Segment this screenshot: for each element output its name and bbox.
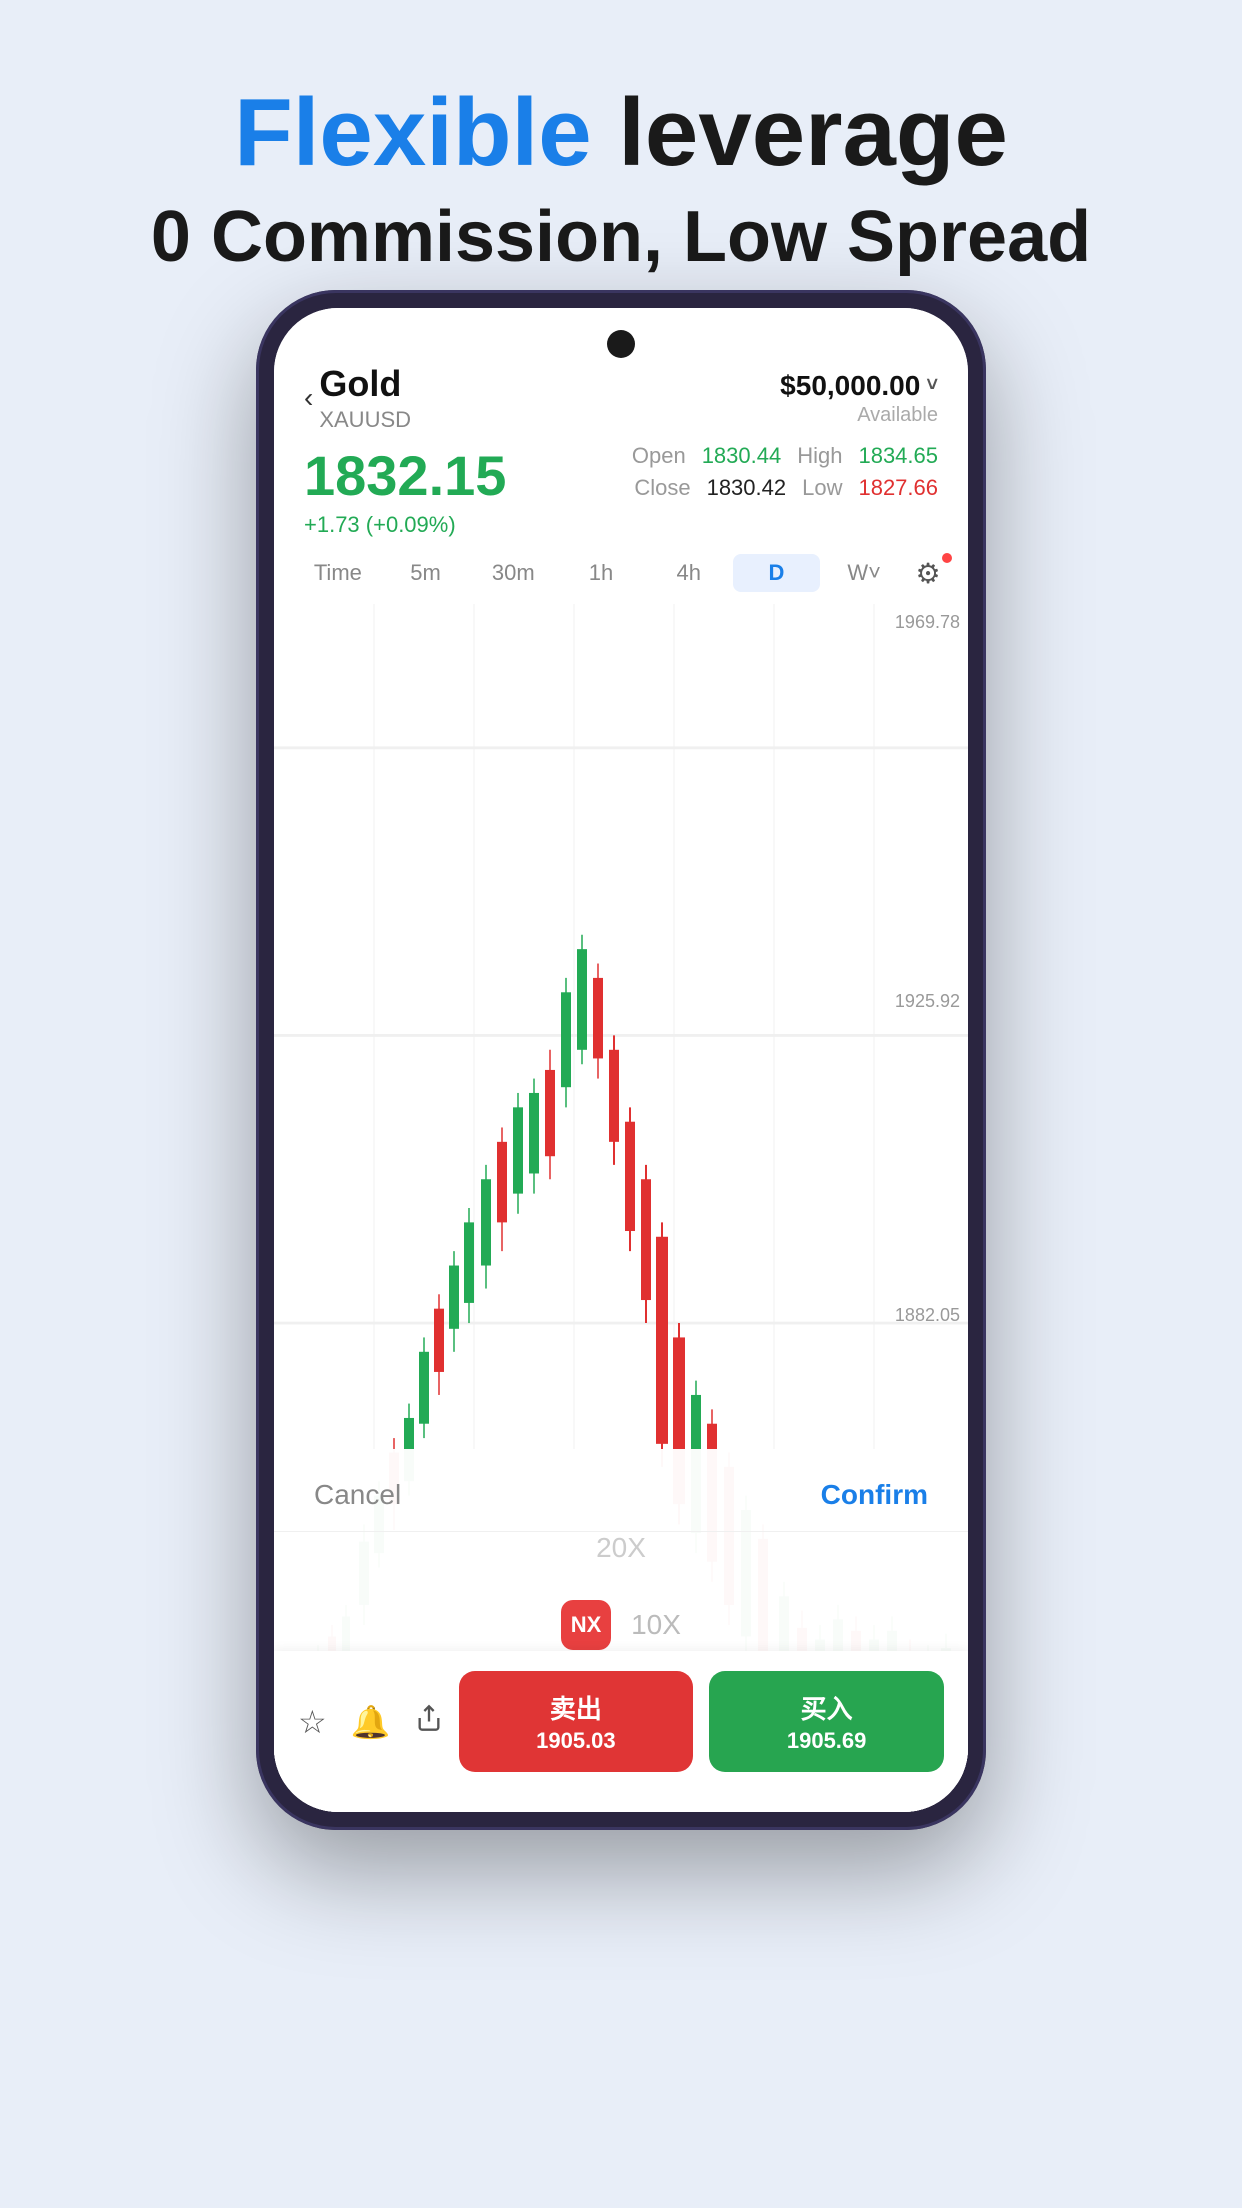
picker-confirm-button[interactable]: Confirm <box>821 1479 928 1511</box>
stat-row-open-high: Open 1830.44 High 1834.65 <box>632 443 938 469</box>
tab-4h[interactable]: 4h <box>645 554 733 592</box>
picker-header: Cancel Confirm <box>274 1449 968 1532</box>
alert-icon[interactable]: 🔔 <box>351 1703 391 1741</box>
camera-notch <box>607 330 635 358</box>
phone-screen: ‹ Gold XAUUSD $50,000.00 ˅ Available <box>274 308 968 1812</box>
price-change: +1.73 (+0.09%) <box>304 512 506 538</box>
chevron-down-icon: ˅ <box>926 374 938 397</box>
tab-5m[interactable]: 5m <box>382 554 470 592</box>
settings-dot <box>942 553 952 563</box>
asset-ticker: XAUUSD <box>319 407 411 433</box>
phone-frame: ‹ Gold XAUUSD $50,000.00 ˅ Available <box>256 290 986 1830</box>
share-icon[interactable] <box>415 1703 443 1740</box>
tab-1h[interactable]: 1h <box>557 554 645 592</box>
phone-frame-wrapper: ‹ Gold XAUUSD $50,000.00 ˅ Available <box>256 290 986 1830</box>
balance-value: $50,000.00 ˅ <box>780 370 938 402</box>
back-button[interactable]: ‹ Gold XAUUSD <box>304 363 411 433</box>
y-label-mid1: 1925.92 <box>895 991 960 1012</box>
bottom-icons: ☆ 🔔 <box>298 1703 443 1741</box>
nx-badge-icon: NX <box>561 1600 611 1650</box>
price-area: 1832.15 +1.73 (+0.09%) Open 1830.44 High… <box>274 443 968 554</box>
app-content: ‹ Gold XAUUSD $50,000.00 ˅ Available <box>274 308 968 1812</box>
price-left: 1832.15 +1.73 (+0.09%) <box>304 443 506 538</box>
balance-area[interactable]: $50,000.00 ˅ Available <box>780 370 938 427</box>
bottom-action-bar: ☆ 🔔 卖出 1905.03 买入 1905.69 <box>274 1651 968 1812</box>
time-tabs: Time 5m 30m 1h 4h D W˅ ⚙ <box>274 554 968 604</box>
asset-name: Gold <box>319 363 411 405</box>
balance-label: Available <box>780 404 938 427</box>
tab-time[interactable]: Time <box>294 554 382 592</box>
current-price: 1832.15 <box>304 443 506 508</box>
stat-row-close-low: Close 1830.42 Low 1827.66 <box>634 475 938 501</box>
settings-icon[interactable]: ⚙ <box>908 557 948 590</box>
tab-w[interactable]: W˅ <box>820 554 908 592</box>
y-label-mid2: 1882.05 <box>895 1305 960 1326</box>
header-section: Flexible leverage 0 Commission, Low Spre… <box>0 0 1242 318</box>
tab-d[interactable]: D <box>733 554 821 592</box>
back-arrow-icon: ‹ <box>304 382 313 414</box>
price-stats: Open 1830.44 High 1834.65 Close 1830.42 … <box>632 443 938 501</box>
top-bar: ‹ Gold XAUUSD $50,000.00 ˅ Available <box>274 308 968 443</box>
sell-button[interactable]: 卖出 1905.03 <box>459 1671 694 1772</box>
watchlist-icon[interactable]: ☆ <box>298 1703 327 1741</box>
header-title: Flexible leverage <box>0 80 1242 186</box>
header-subtitle: 0 Commission, Low Spread <box>0 196 1242 278</box>
picker-item-20x[interactable]: 20X <box>274 1532 968 1582</box>
tab-30m[interactable]: 30m <box>469 554 557 592</box>
picker-cancel-button[interactable]: Cancel <box>314 1479 401 1511</box>
y-label-top: 1969.78 <box>895 612 960 633</box>
buy-button[interactable]: 买入 1905.69 <box>709 1671 944 1772</box>
